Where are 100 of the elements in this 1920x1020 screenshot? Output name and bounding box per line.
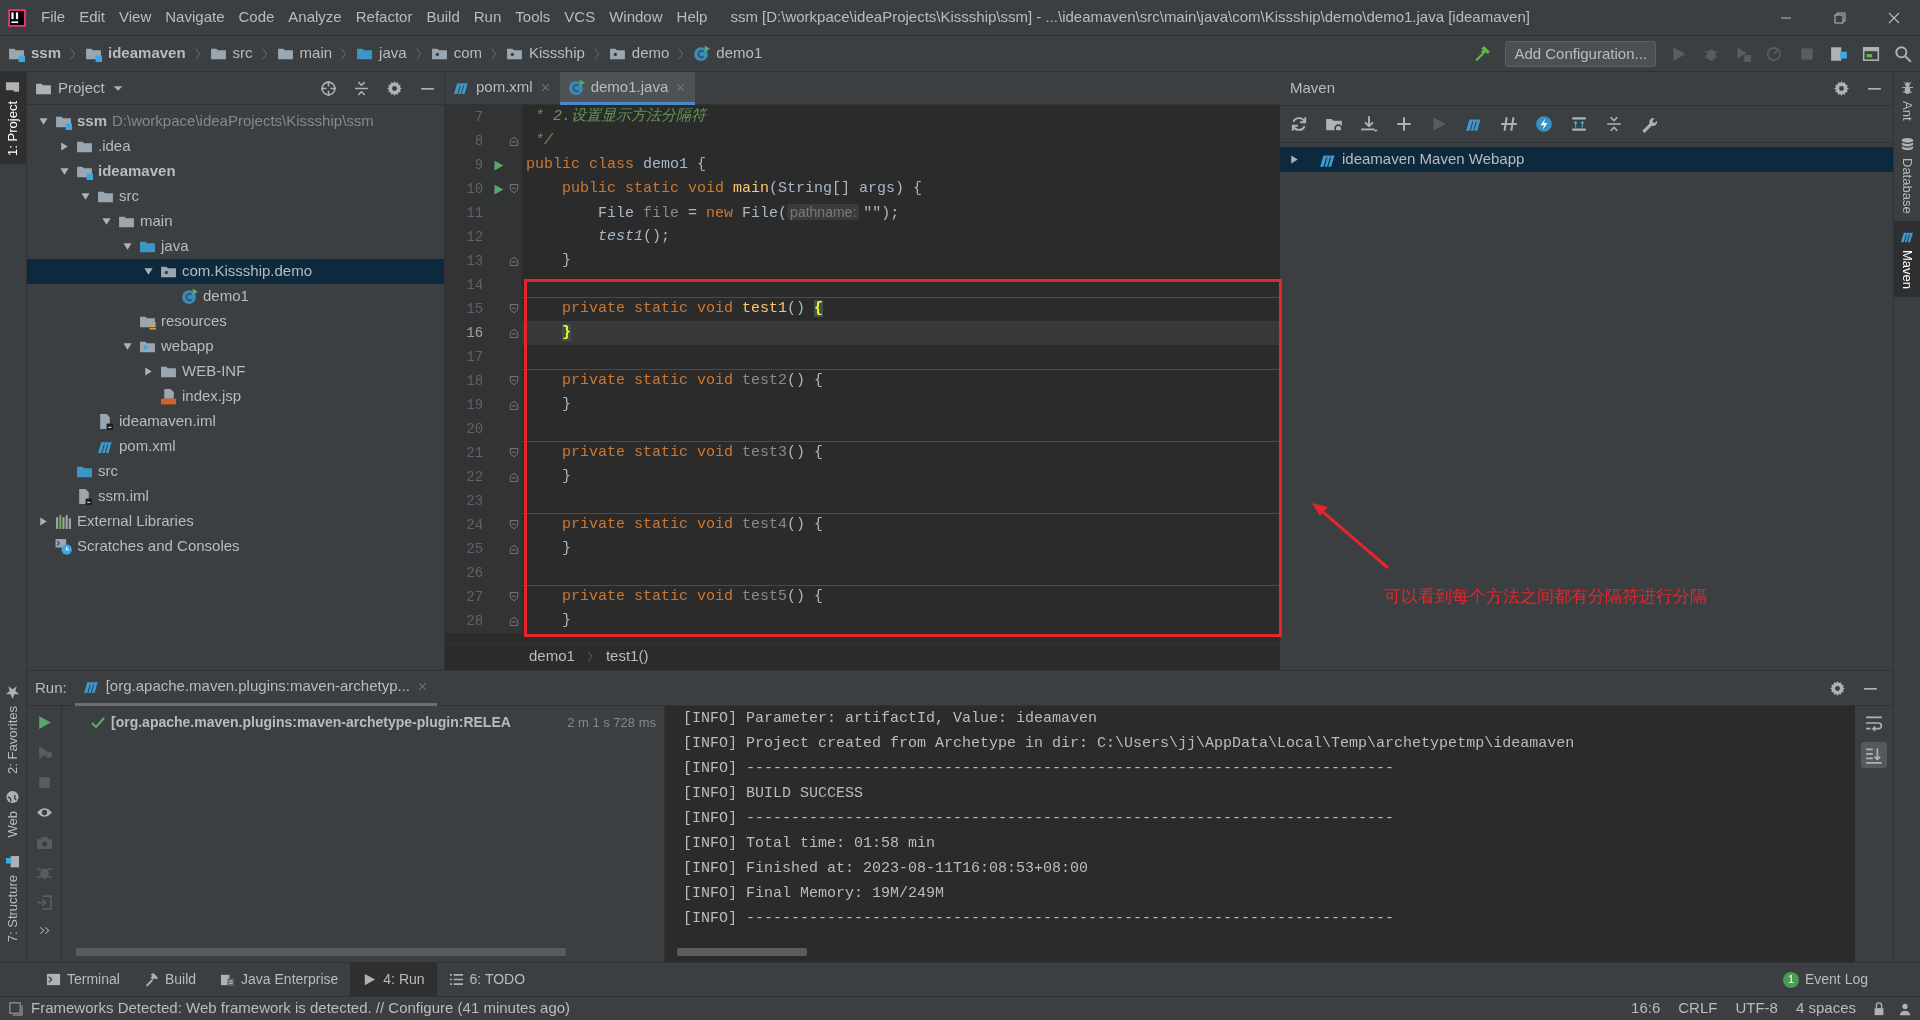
settings-icon[interactable] xyxy=(386,79,403,97)
expanded-arrow-icon[interactable] xyxy=(121,340,134,353)
tool-window-tab[interactable]: Maven xyxy=(1894,221,1920,298)
tool-window-tab[interactable]: Database xyxy=(1894,128,1920,222)
menu-item[interactable]: Build xyxy=(419,6,467,29)
breadcrumb-item[interactable]: ideamaven xyxy=(108,42,186,65)
tool-window-tab[interactable]: 2: Favorites xyxy=(0,677,26,783)
breadcrumb-item[interactable]: demo1 xyxy=(529,645,575,668)
tool-window-tab[interactable]: 4: Run xyxy=(350,963,437,996)
breadcrumb-item[interactable]: src xyxy=(232,42,253,65)
tree-item[interactable]: ideamaven xyxy=(98,160,176,183)
tree-item[interactable]: ssm.iml xyxy=(98,485,149,508)
tree-item[interactable]: demo1 xyxy=(203,285,249,308)
tool-window-tab[interactable]: Build xyxy=(131,963,209,996)
run-gutter-icon[interactable] xyxy=(492,182,506,196)
collapsed-arrow-icon[interactable] xyxy=(1288,153,1301,166)
locate-icon[interactable] xyxy=(320,79,337,97)
tool-window-tab[interactable]: Terminal xyxy=(34,963,132,996)
tree-item[interactable]: java xyxy=(161,235,189,258)
tree-item[interactable]: resources xyxy=(161,310,227,333)
expanded-arrow-icon[interactable] xyxy=(58,165,71,178)
scroll-to-end-icon[interactable] xyxy=(1865,746,1883,764)
tree-item[interactable]: webapp xyxy=(161,335,214,358)
soft-wrap-icon[interactable] xyxy=(1865,714,1883,732)
editor-tab[interactable]: pom.xml xyxy=(445,72,560,105)
settings-icon[interactable] xyxy=(1829,679,1846,697)
expanded-arrow-icon[interactable] xyxy=(100,215,113,228)
fold-icon[interactable] xyxy=(508,183,521,195)
tree-item[interactable]: .idea xyxy=(98,135,131,158)
event-log-button[interactable]: 1 Event Log xyxy=(1770,963,1880,996)
menu-item[interactable]: Run xyxy=(466,6,509,29)
fold-icon[interactable] xyxy=(508,255,521,267)
collapse-icon[interactable] xyxy=(1605,115,1623,133)
breadcrumb-item[interactable]: com xyxy=(453,42,482,65)
expanded-arrow-icon[interactable] xyxy=(37,115,50,128)
tree-item[interactable]: main xyxy=(140,210,173,233)
status-item[interactable]: UTF-8 xyxy=(1735,997,1778,1020)
tree-item[interactable]: WEB-INF xyxy=(182,360,246,383)
breadcrumb-item[interactable]: main xyxy=(299,42,333,65)
hammer-icon[interactable] xyxy=(1473,44,1492,63)
wrench-icon[interactable] xyxy=(1640,115,1658,133)
download-icon[interactable] xyxy=(1360,115,1378,133)
collapsed-arrow-icon[interactable] xyxy=(142,365,155,378)
status-message[interactable]: Frameworks Detected: Web framework is detected. // Configure (41 minutes ago) xyxy=(31,997,571,1020)
tree-item[interactable]: [org.apache.maven.plugins:maven-archetype-plugin:RELEA xyxy=(111,712,511,733)
menu-item[interactable]: Refactor xyxy=(348,6,420,29)
search-icon[interactable] xyxy=(1894,44,1912,63)
tree-item[interactable]: External Libraries xyxy=(77,510,194,533)
person-icon[interactable] xyxy=(1898,1001,1912,1016)
fold-icon[interactable] xyxy=(508,615,521,627)
tool-window-tab[interactable]: 1: Project xyxy=(0,72,26,164)
fold-icon[interactable] xyxy=(508,591,521,603)
tool-window-tab[interactable]: 6: TODO xyxy=(436,963,538,996)
project-structure-icon[interactable] xyxy=(1830,44,1848,63)
expanded-arrow-icon[interactable] xyxy=(142,265,155,278)
panel-title[interactable]: Project xyxy=(58,76,105,100)
menu-item[interactable]: Tools xyxy=(508,6,558,29)
tool-window-tab[interactable]: Java Enterprise xyxy=(208,963,351,996)
collapsed-arrow-icon[interactable] xyxy=(58,140,71,153)
menu-item[interactable]: Help xyxy=(669,6,715,29)
tool-window-tab[interactable]: 7: Structure xyxy=(0,845,26,950)
expanded-arrow-icon[interactable] xyxy=(79,190,92,203)
menu-item[interactable]: File xyxy=(34,6,73,29)
plus-icon[interactable] xyxy=(1395,115,1413,133)
expanded-arrow-icon[interactable] xyxy=(121,240,134,253)
menu-item[interactable]: Navigate xyxy=(158,6,232,29)
menu-item[interactable]: Window xyxy=(602,6,670,29)
tree-item[interactable]: src xyxy=(119,185,139,208)
tree-item[interactable]: Scratches and Consoles xyxy=(77,535,240,558)
tree-item[interactable]: ideamaven.iml xyxy=(119,410,216,433)
collapsed-arrow-icon[interactable] xyxy=(37,515,50,528)
breadcrumb-item[interactable]: java xyxy=(379,42,407,65)
more-icon[interactable] xyxy=(37,924,51,937)
lightning-icon[interactable] xyxy=(1535,115,1553,133)
fold-icon[interactable] xyxy=(508,447,521,459)
tool-window-tab[interactable]: Web xyxy=(0,782,26,846)
tree-item[interactable]: index.jsp xyxy=(182,385,242,408)
menu-item[interactable]: Code xyxy=(231,6,282,29)
tree-item[interactable]: ssm xyxy=(77,110,108,133)
settings-icon[interactable] xyxy=(1833,80,1850,97)
breadcrumb-item[interactable]: demo xyxy=(631,42,670,65)
breadcrumb-item[interactable]: test1() xyxy=(605,645,649,668)
menu-item[interactable]: Analyze xyxy=(281,6,349,29)
status-item[interactable]: 16:6 xyxy=(1631,997,1661,1020)
scrollbar[interactable] xyxy=(76,948,566,956)
menu-item[interactable]: View xyxy=(112,6,159,29)
status-icon[interactable] xyxy=(8,1001,23,1016)
editor-tab[interactable]: demo1.java xyxy=(559,72,696,105)
fold-icon[interactable] xyxy=(508,135,521,147)
fold-icon[interactable] xyxy=(508,543,521,555)
menu-item[interactable]: VCS xyxy=(557,6,603,29)
breadcrumb-item[interactable]: ssm xyxy=(31,42,62,65)
run-tab[interactable]: [org.apache.maven.plugins:maven-archetyp... xyxy=(74,670,438,706)
fold-icon[interactable] xyxy=(508,375,521,387)
layout-icon[interactable] xyxy=(1862,44,1880,63)
tree-item[interactable]: pom.xml xyxy=(119,435,176,458)
fold-icon[interactable] xyxy=(508,519,521,531)
expand-icon[interactable] xyxy=(1570,115,1588,133)
run-gutter-icon[interactable] xyxy=(492,158,506,172)
tool-window-tab[interactable]: Ant xyxy=(1894,72,1920,129)
